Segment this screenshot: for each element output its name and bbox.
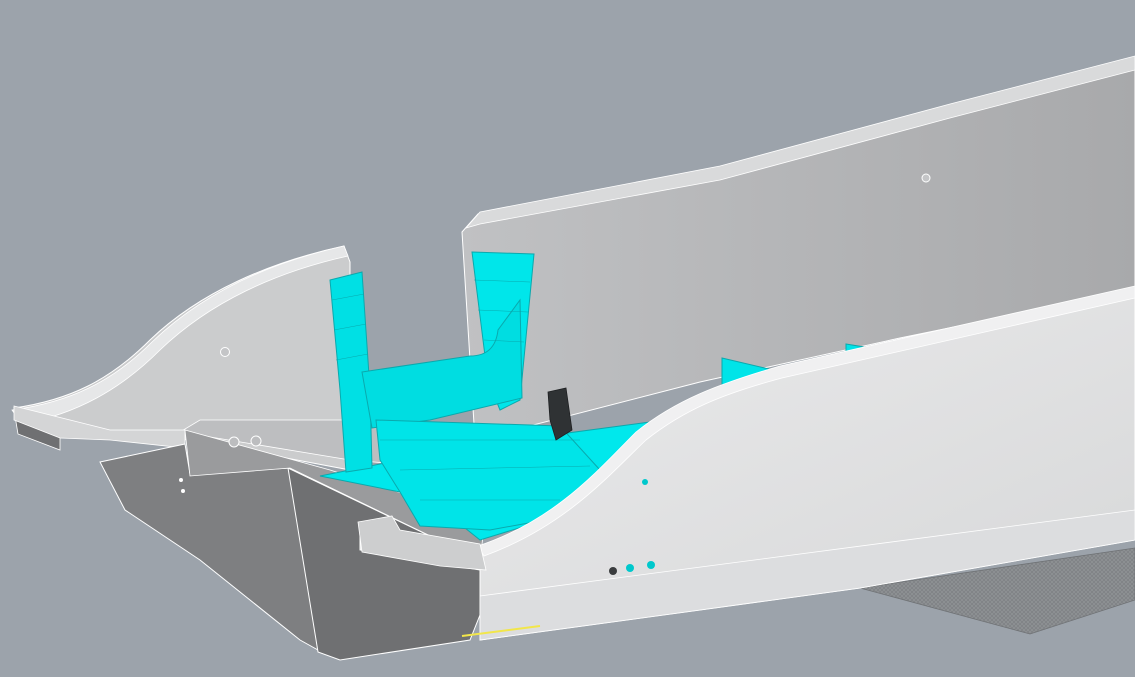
- circle-outline-icon: [921, 173, 931, 183]
- model-render[interactable]: [0, 0, 1135, 677]
- circle-outline-icon: [228, 436, 240, 448]
- 3d-viewport[interactable]: [0, 0, 1135, 677]
- end-panel-left[interactable]: [99, 443, 319, 651]
- dot-icon: [179, 478, 183, 482]
- dot-icon: [647, 561, 655, 569]
- dot-icon: [181, 489, 185, 493]
- circle-outline-icon: [250, 435, 262, 447]
- dot-icon: [609, 567, 617, 575]
- circle-outline-icon: [220, 347, 230, 357]
- dot-icon: [626, 564, 634, 572]
- dot-icon: [642, 479, 648, 485]
